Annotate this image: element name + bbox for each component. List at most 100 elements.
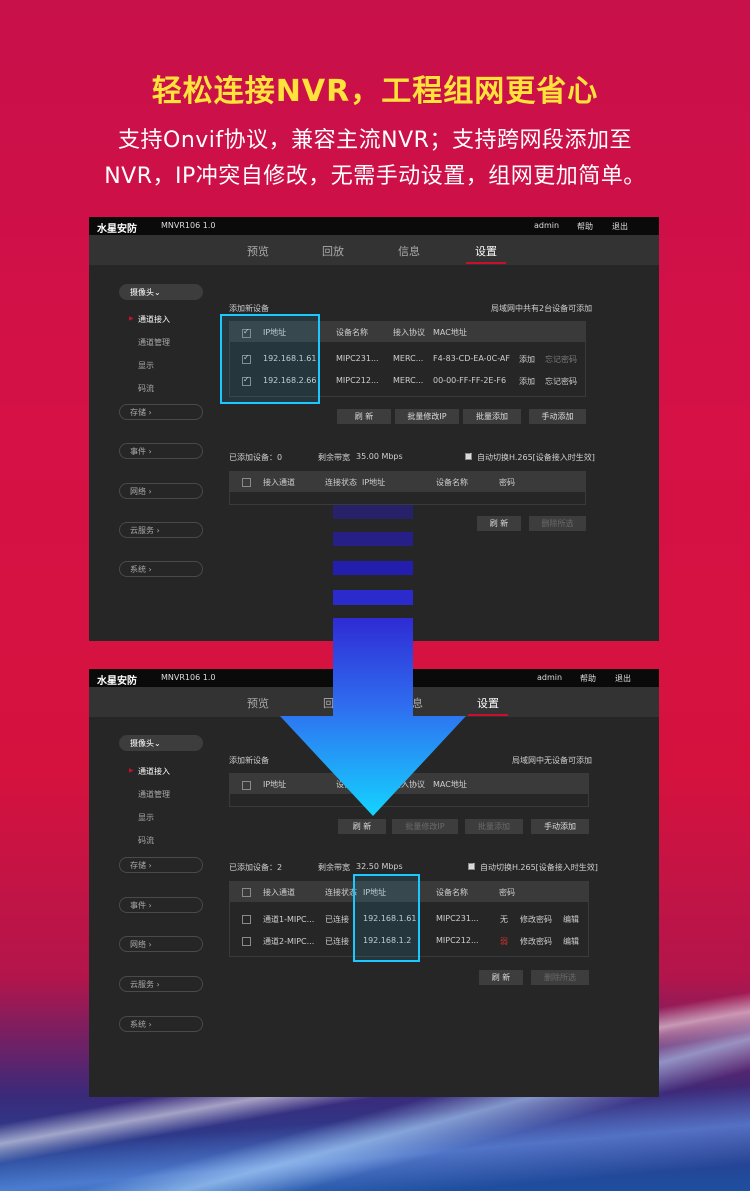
sidebar-cloud-label: 云服务 [130,980,154,989]
row-checkbox[interactable] [242,915,251,924]
bandwidth-label: 剩余带宽 [318,453,350,462]
sidebar-camera[interactable]: 摄像头⌄ [119,735,203,751]
sidebar-item-display[interactable]: 显示 [138,360,154,371]
user-menu[interactable]: admin [534,221,559,230]
sidebar-item-channel-manage[interactable]: 通道管理 [138,337,170,348]
user-menu[interactable]: admin [537,673,562,682]
col-password: 密码 [499,888,515,897]
sidebar-system[interactable]: 系统 › [119,1016,203,1032]
row-checkbox[interactable] [242,937,251,946]
lan-info: 局域网中无设备可添加 [512,756,592,765]
brand-logo: 水星安防 [97,224,137,235]
tab-playback[interactable]: 回放 [322,243,344,259]
down-arrow-icon [280,618,470,818]
select-all-checkbox[interactable] [242,781,251,790]
sidebar-storage-label: 存储 [130,408,146,417]
sidebar-item-display[interactable]: 显示 [138,812,154,823]
refresh-button[interactable]: 刷 新 [338,819,386,834]
sidebar-storage-label: 存储 [130,861,146,870]
tab-info[interactable]: 信息 [398,243,420,259]
added-device-count: 已添加设备：0 [229,453,283,462]
chevron-down-icon: ⌄ [154,739,161,748]
delete-selected-button[interactable]: 删除所选 [529,516,586,531]
refresh-button[interactable]: 刷 新 [479,970,523,985]
sidebar-item-channel-access[interactable]: 通道接入 [138,766,170,777]
row-channel: 通道2-MIPC... [263,937,315,946]
tab-preview[interactable]: 预览 [247,243,269,259]
sidebar-camera-label: 摄像头 [130,739,154,748]
forgot-password-link[interactable]: 忘记密码 [545,376,577,387]
bandwidth-value: 35.00 Mbps [356,452,403,461]
sidebar-system-label: 系统 [130,565,146,574]
sidebar-item-channel-manage[interactable]: 通道管理 [138,789,170,800]
bandwidth-value: 32.50 Mbps [356,862,403,871]
row-password-strength: 无 [500,915,508,924]
sidebar-network[interactable]: 网络 › [119,936,203,952]
col-password: 密码 [499,478,515,487]
col-channel: 接入通道 [263,478,295,487]
sidebar-camera[interactable]: 摄像头⌄ [119,284,203,300]
model-label: MNVR106 1.0 [161,673,216,682]
sidebar-events-label: 事件 [130,901,146,910]
sidebar-network[interactable]: 网络 › [119,483,203,499]
manual-add-button[interactable]: 手动添加 [529,409,586,424]
top-bar: 水星安防 MNVR106 1.0 admin 帮助 退出 [89,217,659,235]
sidebar-cloud[interactable]: 云服务 › [119,522,203,538]
col-mac: MAC地址 [433,328,467,337]
delete-selected-button[interactable]: 删除所选 [531,970,589,985]
add-link[interactable]: 添加 [519,376,535,387]
row-device-name: MIPC231... [336,354,379,363]
sidebar-item-stream[interactable]: 码流 [138,835,154,846]
row-device-name: MIPC212... [436,936,479,945]
logout-link[interactable]: 退出 [615,673,631,684]
col-device-name: 设备名称 [336,328,368,337]
tab-preview[interactable]: 预览 [247,695,269,711]
help-link[interactable]: 帮助 [580,673,596,684]
edit-link[interactable]: 编辑 [563,914,579,925]
sidebar-events[interactable]: 事件 › [119,897,203,913]
auto-h265-checkbox[interactable] [465,451,473,460]
auto-h265-label: 自动切换H.265[设备接入时生效] [477,453,595,462]
tab-settings[interactable]: 设置 [477,695,499,711]
manual-add-button[interactable]: 手动添加 [531,819,589,834]
add-new-device-title: 添加新设备 [229,756,269,765]
sidebar-cloud[interactable]: 云服务 › [119,976,203,992]
sidebar-events[interactable]: 事件 › [119,443,203,459]
col-protocol: 接入协议 [393,328,425,337]
refresh-button[interactable]: 刷 新 [477,516,521,531]
forgot-password-link[interactable]: 忘记密码 [545,354,577,365]
col-channel: 接入通道 [263,888,295,897]
batch-add-button[interactable]: 批量添加 [463,409,521,424]
sidebar-network-label: 网络 [130,940,146,949]
row-protocol: MERC... [393,354,424,363]
logout-link[interactable]: 退出 [612,221,628,232]
sidebar-storage[interactable]: 存储 › [119,404,203,420]
select-all-checkbox[interactable] [242,478,251,487]
sidebar-item-channel-access[interactable]: 通道接入 [138,314,170,325]
headline: 轻松连接NVR，工程组网更省心 [151,74,599,109]
row-protocol: MERC... [393,376,424,385]
ip-highlight-box [353,874,420,962]
chevron-down-icon: ⌄ [154,288,161,297]
arrow-stripe [333,561,413,575]
tab-settings[interactable]: 设置 [475,243,497,259]
add-new-device-title: 添加新设备 [229,304,269,313]
row-mac: F4-83-CD-EA-0C-AF [433,354,510,363]
batch-modify-ip-button[interactable]: 批量修改IP [395,409,459,424]
sidebar-item-stream[interactable]: 码流 [138,383,154,394]
add-link[interactable]: 添加 [519,354,535,365]
select-all-checkbox[interactable] [242,888,251,897]
sidebar-system[interactable]: 系统 › [119,561,203,577]
batch-modify-ip-button[interactable]: 批量修改IP [392,819,458,834]
batch-add-button[interactable]: 批量添加 [465,819,523,834]
refresh-button[interactable]: 刷 新 [337,409,391,424]
active-tab-indicator [468,714,508,716]
sidebar-events-label: 事件 [130,447,146,456]
auto-h265-checkbox[interactable] [468,861,476,870]
modify-password-link[interactable]: 修改密码 [520,936,552,947]
help-link[interactable]: 帮助 [577,221,593,232]
sidebar-storage[interactable]: 存储 › [119,857,203,873]
modify-password-link[interactable]: 修改密码 [520,914,552,925]
main-nav: 预览 回放 信息 设置 [89,235,659,265]
edit-link[interactable]: 编辑 [563,936,579,947]
